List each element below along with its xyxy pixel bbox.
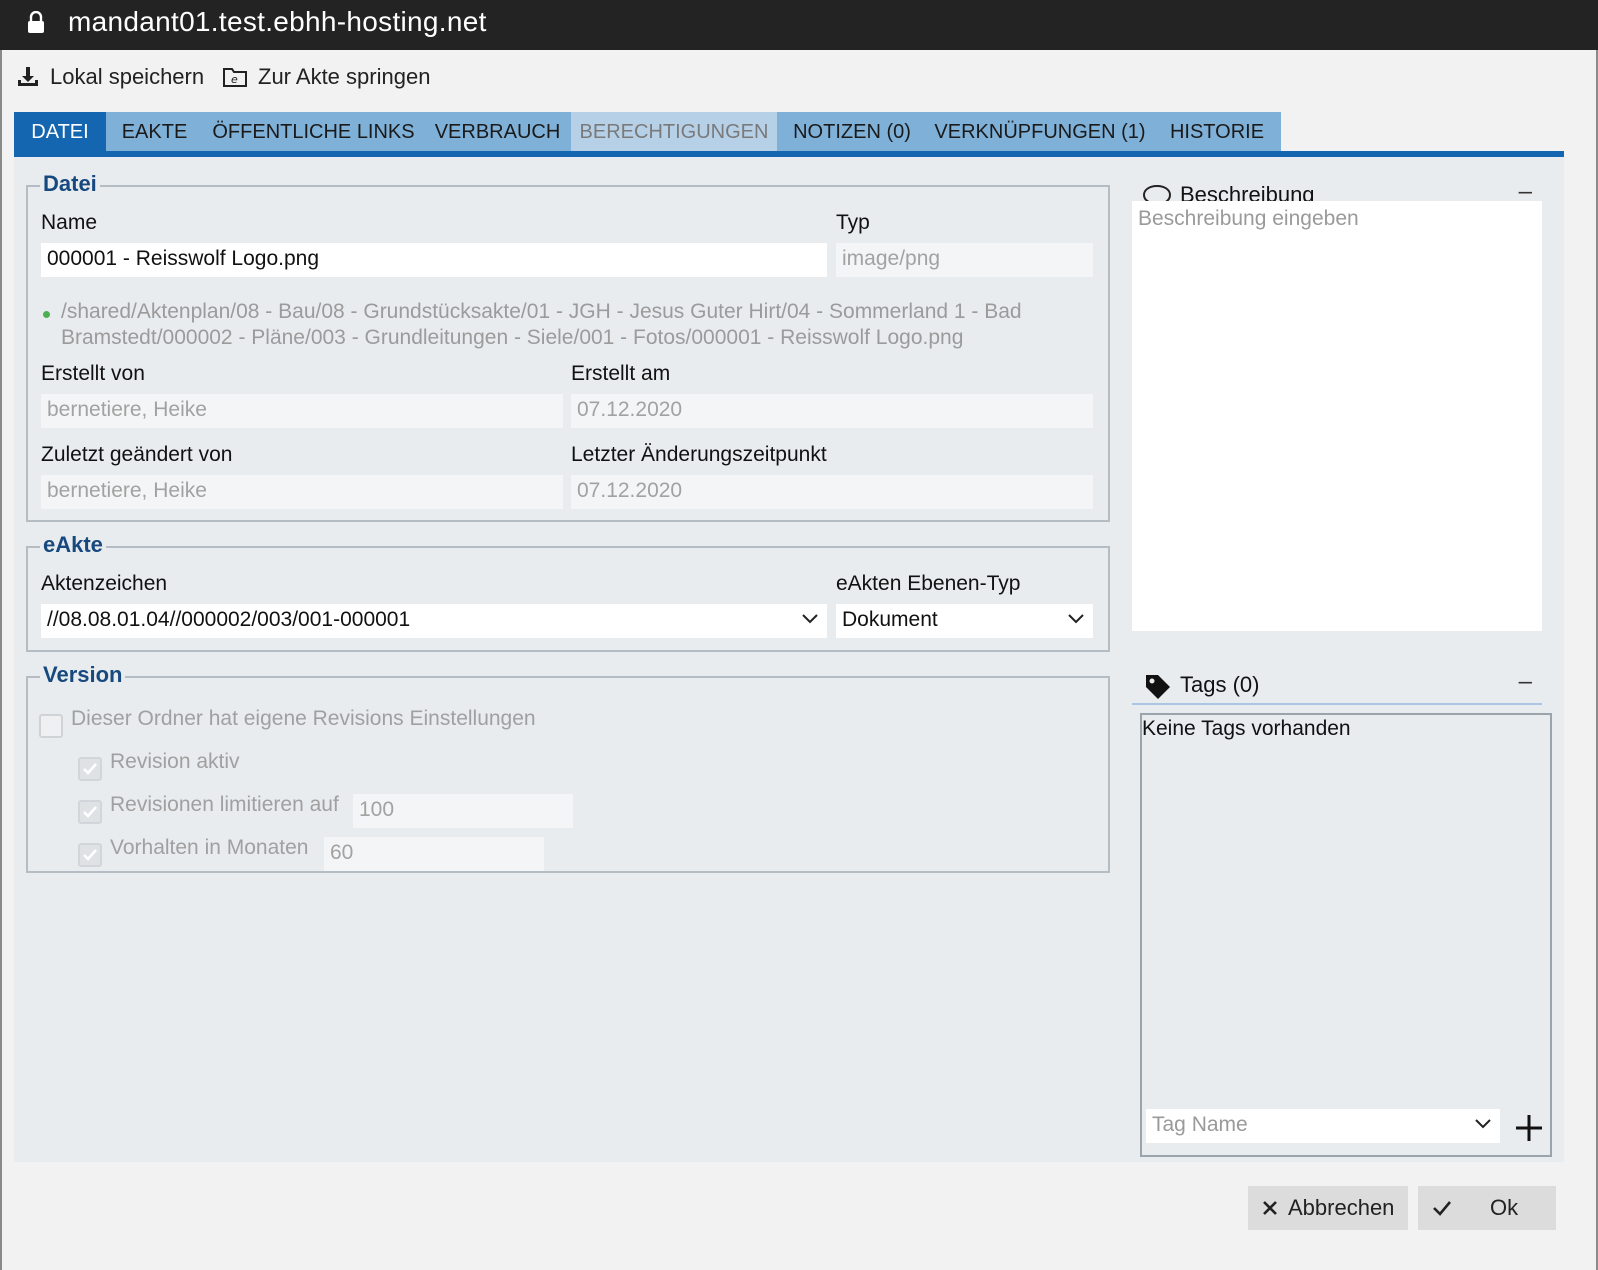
chevron-down-icon xyxy=(802,614,818,624)
chevron-down-icon xyxy=(1068,614,1084,624)
dialog-footer: Abbrechen Ok xyxy=(2,1162,1596,1270)
created-by-field: bernetiere, Heike xyxy=(41,394,563,428)
revision-active-label: Revision aktiv xyxy=(110,750,240,773)
tab-permissions: BERECHTIGUNGEN xyxy=(571,112,777,152)
tab-usage[interactable]: VERBRAUCH xyxy=(424,112,571,152)
tab-datei[interactable]: DATEI xyxy=(14,112,106,152)
type-field: image/png xyxy=(836,243,1093,277)
chevron-down-icon xyxy=(1475,1119,1491,1129)
folder-e-icon: e xyxy=(223,68,247,87)
version-legend: Version xyxy=(40,662,126,688)
name-input[interactable]: 000001 - Reisswolf Logo.png xyxy=(41,243,827,277)
check-icon xyxy=(1433,1201,1451,1216)
tags-list: Keine Tags vorhanden Tag Name xyxy=(1140,713,1552,1157)
close-icon xyxy=(1263,1201,1277,1215)
cancel-label: Abbrechen xyxy=(1288,1195,1395,1220)
file-path-line-2: Bramstedt/000002 - Pläne/003 - Grundleit… xyxy=(61,326,964,349)
revision-limit-checkbox xyxy=(78,800,102,824)
file-path-line-1: /shared/Aktenplan/08 - Bau/08 - Grundstü… xyxy=(61,300,1022,323)
aktenzeichen-label: Aktenzeichen xyxy=(41,572,168,595)
level-type-select[interactable]: Dokument xyxy=(836,604,1093,638)
created-at-field: 07.12.2020 xyxy=(571,394,1093,428)
ok-label: Ok xyxy=(1490,1195,1519,1220)
tab-notes[interactable]: NOTIZEN (0) xyxy=(777,112,927,152)
retain-months-checkbox xyxy=(78,843,102,867)
browser-url[interactable]: mandant01.test.ebhh-hosting.net xyxy=(68,6,487,38)
eakte-legend: eAkte xyxy=(40,532,106,558)
jump-to-file-button[interactable]: e Zur Akte springen xyxy=(222,62,430,92)
name-label: Name xyxy=(41,211,98,234)
own-revision-settings-label: Dieser Ordner hat eigene Revisions Einst… xyxy=(71,707,536,730)
retain-months-label: Vorhalten in Monaten xyxy=(110,836,309,859)
tab-history[interactable]: HISTORIE xyxy=(1153,112,1281,152)
aktenzeichen-value: //08.08.01.04//000002/003/001-000001 xyxy=(47,608,411,631)
datei-fieldset: Datei Name 000001 - Reisswolf Logo.png T… xyxy=(26,171,1110,522)
ok-button[interactable]: Ok xyxy=(1418,1186,1556,1230)
checkmark-icon xyxy=(83,763,97,775)
revision-active-checkbox xyxy=(78,757,102,781)
tab-label: DATEI xyxy=(31,120,89,143)
datei-legend: Datei xyxy=(40,171,100,197)
tab-eakte[interactable]: EAKTE xyxy=(106,112,203,152)
description-textarea[interactable]: Beschreibung eingeben xyxy=(1132,201,1542,631)
created-at-label: Erstellt am xyxy=(571,362,671,385)
path-status-dot xyxy=(43,311,50,318)
tags-collapse-button[interactable]: – xyxy=(1519,668,1532,696)
created-by-label: Erstellt von xyxy=(41,362,145,385)
jump-to-file-label: Zur Akte springen xyxy=(258,64,431,89)
tags-header[interactable]: Tags (0) – xyxy=(1132,665,1542,705)
tags-title: Tags (0) xyxy=(1180,672,1260,697)
type-label: Typ xyxy=(836,211,870,234)
tab-label: NOTIZEN (0) xyxy=(793,120,911,143)
tab-label: VERKNÜPFUNGEN (1) xyxy=(934,120,1146,143)
eakte-fieldset: eAkte Aktenzeichen //08.08.01.04//000002… xyxy=(26,532,1110,652)
checkmark-icon xyxy=(83,849,97,861)
tab-public-links[interactable]: ÖFFENTLICHE LINKS xyxy=(203,112,424,152)
browser-titlebar: mandant01.test.ebhh-hosting.net xyxy=(0,0,1598,50)
lock-icon xyxy=(28,11,44,33)
checkmark-icon xyxy=(83,806,97,818)
tab-label: BERECHTIGUNGEN xyxy=(579,120,769,143)
file-path: /shared/Aktenplan/08 - Bau/08 - Grundstü… xyxy=(61,299,1022,351)
toolbar: Lokal speichern e Zur Akte springen xyxy=(2,50,1596,102)
revision-limit-input: 100 xyxy=(353,794,573,828)
level-type-value: Dokument xyxy=(842,608,938,631)
right-pane: Beschreibung – Beschreibung eingeben Tag… xyxy=(1130,157,1564,1212)
tab-links[interactable]: VERKNÜPFUNGEN (1) xyxy=(927,112,1153,152)
dialog-frame: Lokal speichern e Zur Akte springen DATE… xyxy=(0,50,1598,1270)
tab-label: HISTORIE xyxy=(1169,120,1265,143)
revision-limit-label: Revisionen limitieren auf xyxy=(110,793,339,816)
tags-empty-message: Keine Tags vorhanden xyxy=(1142,717,1351,740)
tag-name-placeholder: Tag Name xyxy=(1152,1113,1248,1136)
plus-icon[interactable] xyxy=(1514,1113,1544,1143)
modified-at-label: Letzter Änderungszeitpunkt xyxy=(571,443,827,466)
save-local-label: Lokal speichern xyxy=(50,64,205,89)
cancel-button[interactable]: Abbrechen xyxy=(1248,1186,1408,1230)
download-icon xyxy=(18,67,38,86)
tag-icon xyxy=(1146,675,1170,699)
modified-by-label: Zuletzt geändert von xyxy=(41,443,233,466)
tag-name-select[interactable]: Tag Name xyxy=(1146,1109,1500,1143)
own-revision-settings-checkbox[interactable] xyxy=(39,714,63,738)
aktenzeichen-select[interactable]: //08.08.01.04//000002/003/001-000001 xyxy=(41,604,827,638)
tab-label: EAKTE xyxy=(121,120,188,143)
modified-by-field: bernetiere, Heike xyxy=(41,475,563,509)
save-local-button[interactable]: Lokal speichern xyxy=(16,62,204,92)
modified-at-field: 07.12.2020 xyxy=(571,475,1093,509)
tab-label: ÖFFENTLICHE LINKS xyxy=(212,120,415,143)
tab-bar: DATEI EAKTE ÖFFENTLICHE LINKS VERBRAUCH … xyxy=(14,112,1564,154)
tab-label: VERBRAUCH xyxy=(434,120,561,143)
left-pane: Datei Name 000001 - Reisswolf Logo.png T… xyxy=(14,157,1120,1212)
description-placeholder: Beschreibung eingeben xyxy=(1138,207,1359,230)
svg-text:e: e xyxy=(231,73,238,86)
level-type-label: eAkten Ebenen-Typ xyxy=(836,572,1021,595)
content-area: Datei Name 000001 - Reisswolf Logo.png T… xyxy=(14,157,1564,1212)
retain-months-input: 60 xyxy=(324,837,544,871)
version-fieldset: Version Dieser Ordner hat eigene Revisio… xyxy=(26,662,1110,873)
